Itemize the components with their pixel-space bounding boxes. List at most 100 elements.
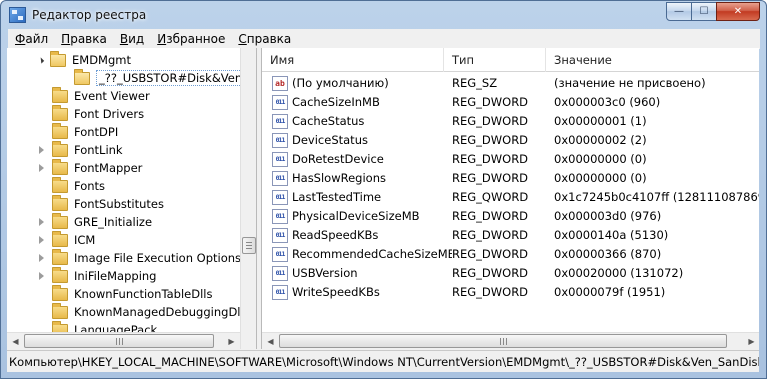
binary-value-icon: 011 (272, 228, 288, 243)
tree-item[interactable]: FontLink (37, 140, 123, 159)
value-name: USBVersion (292, 266, 358, 280)
value-name: ReadSpeedKBs (292, 228, 379, 242)
tree-item-label: Event Viewer (74, 89, 150, 103)
value-row[interactable]: 011 ReadSpeedKBs REG_DWORD 0x0000140a (5130… (262, 226, 759, 245)
tree-item-label: FontLink (74, 143, 123, 157)
value-name: CacheStatus (292, 114, 365, 128)
tree-scroll-thumb[interactable] (242, 237, 256, 254)
value-data: 0x00000002 (2) (554, 133, 647, 147)
value-type: REG_DWORD (452, 95, 529, 109)
regedit-app-icon[interactable] (9, 7, 26, 23)
list-scroll-right-arrow-icon[interactable]: ▶ (743, 333, 759, 349)
binary-value-icon: 011 (272, 152, 288, 167)
value-name: DeviceStatus (292, 133, 368, 147)
tree-item[interactable]: GRE_Initialize (37, 212, 153, 231)
list-horizontal-scrollbar[interactable]: ◀ ▶ (262, 332, 759, 349)
value-data: 0x0000140a (5130) (554, 228, 669, 242)
tree-item[interactable]: FontMapper (37, 158, 142, 177)
scroll-right-arrow-icon[interactable]: ▶ (223, 333, 240, 349)
expand-arrow-icon[interactable] (39, 164, 44, 172)
menu-view[interactable]: Вид (113, 32, 150, 46)
value-row[interactable]: 011 DeviceStatus REG_DWORD 0x00000002 (2) (262, 131, 759, 150)
menu-edit[interactable]: Правка (54, 32, 113, 46)
value-type: REG_DWORD (452, 152, 529, 166)
binary-value-icon: 011 (272, 114, 288, 129)
tree-item[interactable]: FontSubstitutes (37, 194, 164, 213)
tree-item[interactable]: Image File Execution Options (37, 248, 241, 267)
list-scroll-left-arrow-icon[interactable]: ◀ (262, 333, 279, 349)
folder-icon (50, 50, 66, 67)
title-bar[interactable]: Редактор реестра — ☐ ✕ (1, 1, 766, 29)
value-name: HasSlowRegions (292, 171, 386, 185)
value-row[interactable]: 011 LastTestedTime REG_QWORD 0x1c7245b0c410… (262, 188, 759, 207)
tree-hscroll-thumb[interactable] (24, 334, 214, 348)
value-row[interactable]: 011 WriteSpeedKBs REG_DWORD 0x0000079f (195… (262, 283, 759, 302)
value-row[interactable]: 011 HasSlowRegions REG_DWORD 0x00000000 (0) (262, 169, 759, 188)
tree-horizontal-scrollbar[interactable]: ◀ ▶ (7, 332, 240, 349)
tree-item-label: ICM (74, 233, 96, 247)
value-row[interactable]: 011 USBVersion REG_DWORD 0x00020000 (131072… (262, 264, 759, 283)
tree-item[interactable]: IniFileMapping (37, 266, 156, 285)
value-row[interactable]: 011 DoRetestDevice REG_DWORD 0x00000000 (0) (262, 150, 759, 169)
folder-icon (52, 122, 68, 139)
value-name: CacheSizeInMB (292, 95, 380, 109)
folder-icon (52, 176, 68, 193)
column-header-name[interactable]: Имя (262, 48, 444, 72)
key-tree-pane[interactable]: EMDMgmt _??_USBSTOR#Disk&Ven_SanDisk&Even… (7, 48, 257, 349)
value-type: REG_QWORD (452, 190, 529, 204)
value-data: 0x00000001 (1) (554, 114, 647, 128)
tree-item[interactable]: Fonts (37, 176, 106, 195)
value-row[interactable]: 011 RecommendedCacheSizeMB REG_DWORD 0x0000… (262, 245, 759, 264)
value-row[interactable]: 011 CacheStatus REG_DWORD 0x00000001 (1) (262, 112, 759, 131)
value-row[interactable]: 011 CacheSizeInMB REG_DWORD 0x000003c0 (960… (262, 93, 759, 112)
binary-value-icon: 011 (272, 133, 288, 148)
tree-item-label: Fonts (74, 179, 106, 193)
menu-help[interactable]: Справка (231, 32, 297, 46)
minimize-button[interactable]: — (666, 2, 692, 21)
tree-item-label: _??_USBSTOR#Disk&Ven_SanDisk& (96, 70, 256, 86)
value-name: PhysicalDeviceSizeMB (292, 209, 420, 223)
maximize-button[interactable]: ☐ (691, 2, 717, 21)
folder-icon (52, 212, 68, 229)
string-value-icon: ab (272, 76, 288, 91)
value-data: 0x000003c0 (960) (554, 95, 661, 109)
menu-favorites[interactable]: Избранное (150, 32, 231, 46)
value-name: RecommendedCacheSizeMB (292, 247, 452, 261)
value-row[interactable]: ab (По умолчанию) REG_SZ (значение не присв… (262, 74, 759, 93)
expand-arrow-icon[interactable] (39, 254, 44, 262)
tree-item[interactable]: _??_USBSTOR#Disk&Ven_SanDisk& (59, 68, 256, 87)
window-controls: — ☐ ✕ (666, 2, 760, 21)
tree-item[interactable]: ICM (37, 230, 96, 249)
value-data: 0x00020000 (131072) (554, 266, 684, 280)
tree-item[interactable]: EMDMgmt (37, 50, 131, 69)
value-row[interactable]: 011 PhysicalDeviceSizeMB REG_DWORD 0x000003… (262, 207, 759, 226)
tree-vertical-scrollbar[interactable] (240, 48, 256, 349)
expand-arrow-icon[interactable] (39, 218, 44, 226)
tree-item-label: KnownManagedDebuggingDlls (74, 305, 250, 319)
close-button[interactable]: ✕ (716, 2, 760, 21)
tree-item[interactable]: Font Drivers (37, 104, 145, 123)
value-data: 0x00000366 (870) (554, 247, 662, 261)
scroll-left-arrow-icon[interactable]: ◀ (7, 333, 24, 349)
collapse-arrow-icon[interactable] (37, 56, 45, 64)
folder-icon (52, 158, 68, 175)
tree-item-label: GRE_Initialize (74, 215, 153, 229)
value-type: REG_DWORD (452, 247, 529, 261)
list-hscroll-thumb[interactable] (279, 334, 727, 348)
values-list-pane[interactable]: Имя Тип Значение ab (По умолчанию) REG_SZ (… (261, 48, 759, 349)
expand-arrow-icon[interactable] (39, 272, 44, 280)
tree-item[interactable]: KnownFunctionTableDlls (37, 284, 212, 303)
menu-file[interactable]: Файл (8, 32, 54, 46)
expand-arrow-icon[interactable] (39, 146, 44, 154)
tree-item[interactable]: KnownManagedDebuggingDlls (37, 302, 250, 321)
expand-arrow-icon[interactable] (39, 236, 44, 244)
tree-item-label: Font Drivers (74, 107, 145, 121)
column-header-type[interactable]: Тип (444, 48, 546, 72)
value-data: 0x00000000 (0) (554, 152, 647, 166)
value-type: REG_DWORD (452, 171, 529, 185)
column-header-value[interactable]: Значение (546, 48, 759, 72)
folder-icon (52, 86, 68, 103)
binary-value-icon: 011 (272, 266, 288, 281)
tree-item[interactable]: Event Viewer (37, 86, 150, 105)
tree-item[interactable]: FontDPI (37, 122, 118, 141)
